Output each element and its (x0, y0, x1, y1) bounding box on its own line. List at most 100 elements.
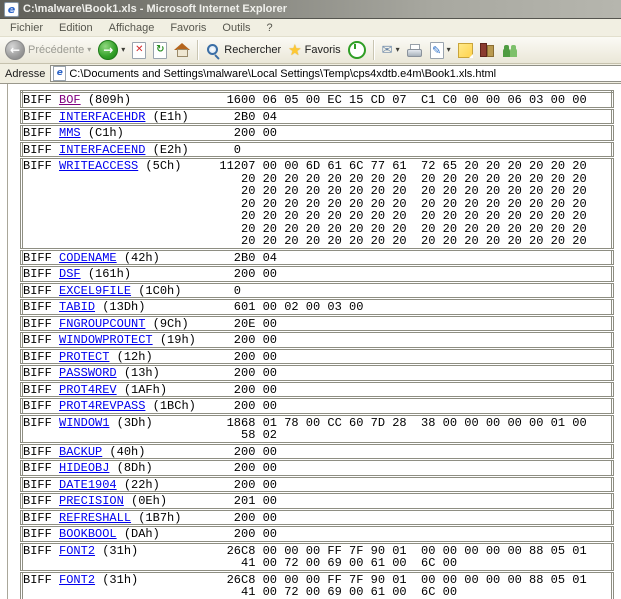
menu-item-affichage[interactable]: Affichage (101, 22, 163, 34)
menu-item-edition[interactable]: Edition (51, 22, 101, 34)
table-row: BIFF PROT4REV (1AFh)200 00 (22, 381, 613, 398)
record-link[interactable]: REFRESHALL (59, 511, 131, 525)
record-link[interactable]: BACKUP (59, 445, 102, 459)
record-length: 2 (215, 108, 241, 125)
back-dropdown-icon[interactable]: ▾ (87, 46, 91, 54)
print-button[interactable] (404, 38, 426, 62)
table-row: BIFF BOOKBOOL (DAh)200 00 (22, 526, 613, 543)
record-name-cell: BIFF INTERFACEEND (E2h) (22, 141, 216, 158)
address-bar: Adresse e C:\Documents and Settings\malw… (0, 64, 621, 84)
address-page-icon: e (53, 66, 66, 81)
record-name-cell: BIFF WINDOW1 (3Dh) (22, 414, 216, 443)
home-button[interactable] (171, 38, 193, 62)
record-hex: 0E 00 (241, 315, 613, 332)
forward-icon: → (98, 40, 118, 60)
table-row: BIFF WINDOWPROTECT (19h)200 00 (22, 332, 613, 349)
window-title: C:\malware\Book1.xls - Microsoft Interne… (23, 3, 287, 15)
record-name-cell: BIFF PROT4REVPASS (1BCh) (22, 398, 216, 415)
record-length: 2 (215, 398, 241, 415)
forward-button[interactable]: → ▾ (95, 38, 128, 62)
record-length: 2 (215, 381, 241, 398)
record-name-cell: BIFF MMS (C1h) (22, 125, 216, 142)
record-link[interactable]: MMS (59, 126, 81, 140)
forward-dropdown-icon[interactable]: ▾ (121, 46, 125, 54)
record-link[interactable]: HIDEOBJ (59, 461, 109, 475)
table-row: BIFF CODENAME (42h)2B0 04 (22, 249, 613, 266)
favorites-button[interactable]: ★ Favoris (285, 38, 344, 62)
table-row: BIFF INTERFACEEND (E2h)0 (22, 141, 613, 158)
record-hex: 00 00 (241, 443, 613, 460)
table-row: BIFF BACKUP (40h)200 00 (22, 443, 613, 460)
edit-button[interactable]: ✎ ▾ (427, 38, 454, 62)
record-link[interactable]: FNGROUPCOUNT (59, 317, 145, 331)
favorites-star-icon: ★ (288, 43, 301, 58)
record-length: 26 (215, 542, 241, 571)
record-length: 2 (215, 460, 241, 477)
mail-icon: ✉ (382, 44, 393, 57)
discuss-button[interactable] (477, 38, 498, 62)
table-row: BIFF DSF (161h)200 00 (22, 266, 613, 283)
menu-item-outils[interactable]: Outils (214, 22, 258, 34)
record-link[interactable]: PROT4REVPASS (59, 399, 145, 413)
record-link[interactable]: PROT4REV (59, 383, 117, 397)
record-name-cell: BIFF TABID (13Dh) (22, 299, 216, 316)
menu-item-favoris[interactable]: Favoris (162, 22, 214, 34)
record-link[interactable]: PRECISION (59, 494, 124, 508)
record-length: 2 (215, 526, 241, 543)
record-hex: 00 00 (241, 460, 613, 477)
record-link[interactable]: WRITEACCESS (59, 159, 138, 173)
edit-dropdown-icon[interactable]: ▾ (447, 46, 451, 54)
record-link[interactable]: DATE1904 (59, 478, 117, 492)
table-row: BIFF MMS (C1h)200 00 (22, 125, 613, 142)
search-icon (206, 43, 221, 58)
toolbar-separator (373, 40, 375, 60)
history-button[interactable] (345, 38, 369, 62)
table-row: BIFF PASSWORD (13h)200 00 (22, 365, 613, 382)
discuss-books-icon (480, 44, 495, 57)
record-link[interactable]: CODENAME (59, 251, 117, 265)
record-name-cell: BIFF DATE1904 (22h) (22, 476, 216, 493)
address-input[interactable]: e C:\Documents and Settings\malware\Loca… (50, 65, 621, 82)
record-link[interactable]: WINDOWPROTECT (59, 333, 153, 347)
notes-icon (458, 43, 473, 58)
record-length: 0 (215, 141, 241, 158)
record-link[interactable]: INTERFACEHDR (59, 110, 145, 124)
record-name-cell: BIFF HIDEOBJ (8Dh) (22, 460, 216, 477)
record-link[interactable]: WINDOW1 (59, 416, 109, 430)
table-row: BIFF HIDEOBJ (8Dh)200 00 (22, 460, 613, 477)
record-link[interactable]: FONT2 (59, 544, 95, 558)
record-link[interactable]: PROTECT (59, 350, 109, 364)
notes-button[interactable] (455, 38, 476, 62)
record-link[interactable]: BOOKBOOL (59, 527, 117, 541)
record-link[interactable]: DSF (59, 267, 81, 281)
menu-item-fichier[interactable]: Fichier (2, 22, 51, 34)
toolbar-separator (197, 40, 199, 60)
table-row: BIFF WRITEACCESS (5Ch)11207 00 00 6D 61 … (22, 158, 613, 250)
record-name-cell: BIFF FONT2 (31h) (22, 571, 216, 599)
record-hex: C8 00 00 00 FF 7F 90 01 00 00 00 00 00 8… (241, 571, 613, 599)
mail-dropdown-icon[interactable]: ▾ (396, 46, 400, 54)
record-link[interactable]: EXCEL9FILE (59, 284, 131, 298)
menu-item-help[interactable]: ? (259, 22, 281, 34)
record-link[interactable]: PASSWORD (59, 366, 117, 380)
table-row: BIFF EXCEL9FILE (1C0h)0 (22, 282, 613, 299)
record-hex: 00 00 (241, 348, 613, 365)
record-name-cell: BIFF PASSWORD (13h) (22, 365, 216, 382)
refresh-button[interactable]: ↻ (150, 38, 170, 62)
messenger-button[interactable] (499, 38, 522, 62)
ie-window-icon: e (4, 2, 19, 17)
table-row: BIFF PROT4REVPASS (1BCh)200 00 (22, 398, 613, 415)
back-button[interactable]: ← Précédente ▾ (2, 38, 94, 62)
stop-button[interactable]: ✕ (129, 38, 149, 62)
record-name-cell: BIFF FNGROUPCOUNT (9Ch) (22, 315, 216, 332)
record-link[interactable]: BOF (59, 93, 81, 107)
search-button[interactable]: Rechercher (203, 38, 284, 62)
record-link[interactable]: INTERFACEEND (59, 143, 145, 157)
record-name-cell: BIFF DSF (161h) (22, 266, 216, 283)
record-link[interactable]: TABID (59, 300, 95, 314)
record-hex: 00 00 (241, 509, 613, 526)
record-name-cell: BIFF EXCEL9FILE (1C0h) (22, 282, 216, 299)
record-link[interactable]: FONT2 (59, 573, 95, 587)
mail-button[interactable]: ✉ ▾ (379, 38, 403, 62)
table-row: BIFF FONT2 (31h)26C8 00 00 00 FF 7F 90 0… (22, 571, 613, 599)
